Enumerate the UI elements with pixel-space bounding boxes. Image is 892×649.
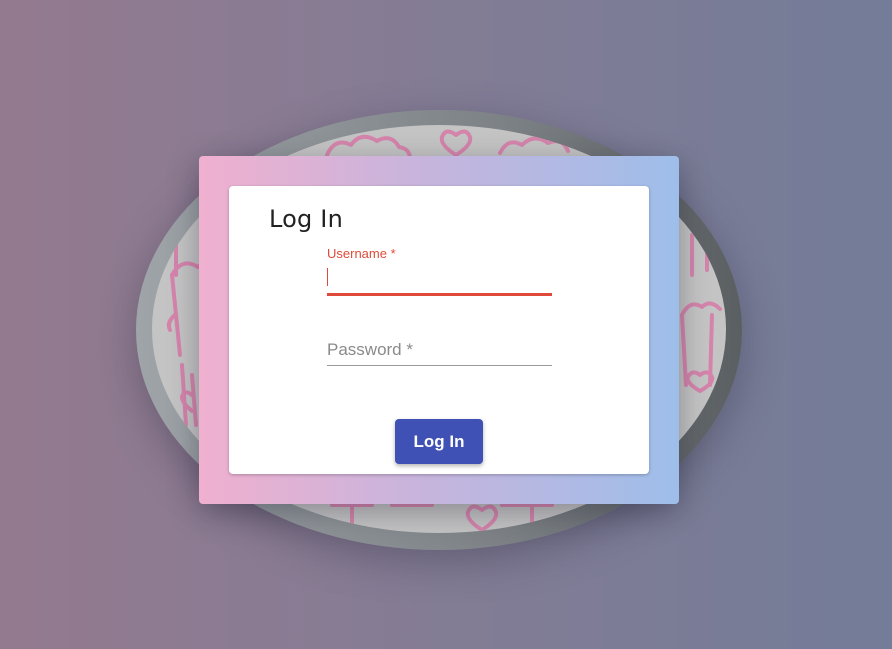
heart-icon	[465, 504, 499, 532]
login-card: Log In Username * Password * Log In	[229, 186, 649, 474]
heart-icon	[439, 129, 473, 157]
username-underline	[327, 293, 552, 296]
username-field[interactable]: Username *	[327, 244, 552, 298]
text-caret	[327, 268, 328, 286]
page-title: Log In	[269, 205, 343, 233]
popcorn-icon	[680, 301, 722, 317]
login-button[interactable]: Log In	[395, 419, 483, 464]
username-label: Username *	[327, 246, 396, 261]
password-placeholder: Password *	[327, 340, 413, 359]
password-underline	[327, 365, 552, 366]
popcorn-icon	[498, 136, 570, 155]
password-field[interactable]: Password *	[327, 331, 552, 368]
